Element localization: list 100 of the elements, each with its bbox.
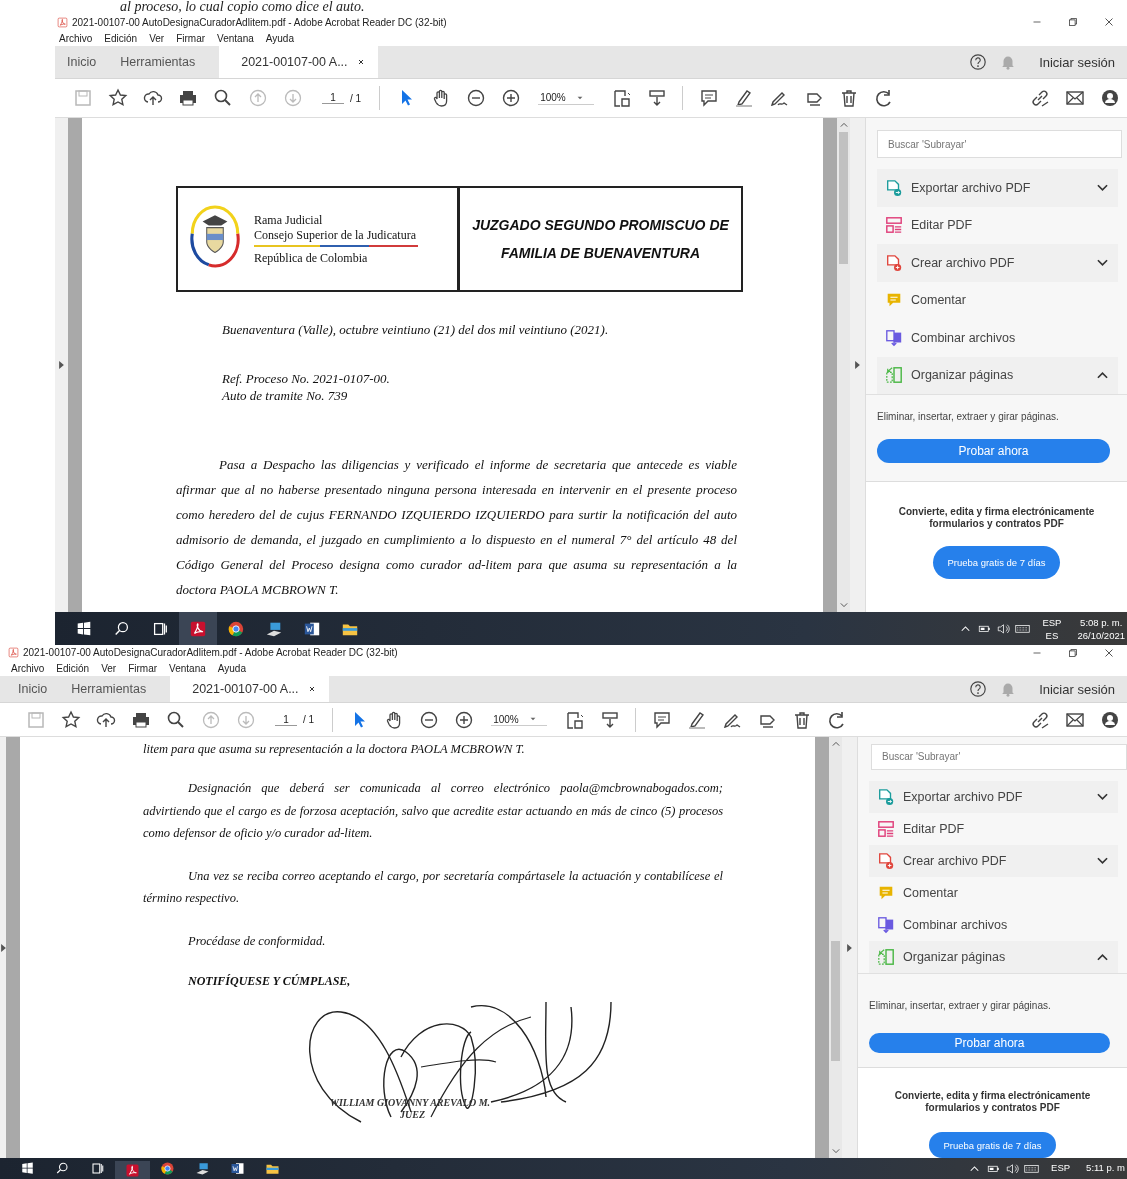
highlighter-icon[interactable] [733,88,754,108]
tool-item[interactable]: Exportar archivo PDF [877,169,1118,207]
search-icon[interactable] [55,1161,70,1176]
sign-in-link[interactable]: Iniciar sesión [1039,681,1115,697]
tool-item[interactable]: Comentar [877,281,1118,319]
keyboard-layout[interactable]: ES [1045,628,1059,642]
acrobat-app-icon[interactable] [125,1162,140,1178]
cloud-upload-icon[interactable] [142,88,163,108]
expand-arrow-icon[interactable] [0,943,6,952]
menu-item[interactable]: Edición [56,662,90,674]
highlighter-icon[interactable] [686,709,707,730]
zoom-search-icon[interactable] [165,709,186,730]
chevron-down-icon[interactable] [1097,183,1108,192]
fit-page-icon[interactable] [611,88,632,108]
zoom-out-icon[interactable] [418,709,439,730]
restore-icon[interactable] [1066,15,1080,29]
star-icon[interactable] [107,88,128,108]
scroll-mode-icon[interactable] [599,709,620,730]
tab[interactable]: Inicio [6,676,60,702]
mail-icon[interactable] [1064,88,1085,108]
acrobat-app-icon[interactable] [189,619,207,638]
menu-item[interactable]: Ver [101,662,117,674]
fit-page-icon[interactable] [564,709,585,730]
scroll-mode-icon[interactable] [646,88,667,108]
tab[interactable]: Herramientas [108,46,208,78]
expand-arrow-icon[interactable] [59,361,64,369]
zoom-out-icon[interactable] [465,88,486,108]
free-trial-button[interactable]: Prueba gratis de 7 días [929,1132,1056,1158]
search-field[interactable]: Buscar 'Subrayar' [871,744,1127,770]
menu-item[interactable]: Ver [149,32,165,44]
tool-item[interactable]: Editar PDF [877,206,1118,244]
user-icon[interactable] [1099,709,1120,730]
tool-item[interactable]: Crear archivo PDF [869,844,1118,877]
tool-item[interactable]: Organizar páginas [869,940,1118,973]
scroll-up-icon[interactable] [839,122,848,128]
tab[interactable]: Inicio [55,46,109,78]
chevron-up-icon[interactable] [1097,952,1108,961]
menu-item[interactable]: Ventana [169,662,206,674]
menu-item[interactable]: Archivo [11,662,45,674]
clock-time[interactable]: 5:08 p. m. [1080,615,1123,629]
tool-item[interactable]: Comentar [869,876,1118,909]
menu-item[interactable]: Ayuda [217,662,246,674]
menu-item[interactable]: Firmar [176,32,206,44]
scrollbar[interactable] [829,737,842,1158]
chevron-down-icon[interactable] [1097,792,1108,801]
tool-item[interactable]: Editar PDF [869,812,1118,845]
tab[interactable]: 2021-00107-00 A... [170,676,329,702]
clock-date[interactable]: 26/10/2021 [1077,628,1125,642]
tab[interactable]: Herramientas [59,676,159,702]
scroll-thumb[interactable] [831,941,840,1061]
zoom-dropdown[interactable]: 100% [538,91,595,105]
comment-icon[interactable] [698,88,719,108]
chevron-down-icon[interactable] [1097,258,1108,267]
star-icon[interactable] [60,709,81,730]
input-language[interactable]: ESP [1042,615,1062,629]
user-icon[interactable] [1099,88,1120,108]
search-icon[interactable] [113,619,131,638]
rotate-icon[interactable] [873,88,894,108]
tab[interactable]: 2021-00107-00 A... [219,46,378,78]
speaker-icon[interactable] [996,621,1012,636]
help-icon[interactable] [969,53,988,71]
chevron-up-icon[interactable] [1097,371,1108,380]
try-now-button[interactable]: Probar ahora [869,1032,1110,1053]
clock-time[interactable]: 5:11 p. m [1086,1161,1125,1174]
menu-item[interactable]: Archivo [59,32,93,44]
tool-item[interactable]: Combinar archivos [869,908,1118,941]
task-view-icon[interactable] [90,1161,105,1176]
tool-item[interactable]: Organizar páginas [877,356,1118,394]
link-icon[interactable] [1029,88,1050,108]
expand-arrow-icon[interactable] [847,943,852,952]
zoom-in-icon[interactable] [500,88,521,108]
scroll-thumb[interactable] [839,132,848,264]
windows-start-icon[interactable] [20,1161,35,1176]
scrollbar[interactable] [837,118,850,612]
menu-item[interactable]: Ayuda [265,32,294,44]
scroll-up-icon[interactable] [831,741,840,747]
menu-item[interactable]: Firmar [128,662,158,674]
free-trial-button[interactable]: Prueba gratis de 7 días [933,546,1060,579]
page-number-field[interactable]: 1 [275,713,297,726]
menu-item[interactable]: Edición [104,32,138,44]
tool-item[interactable]: Combinar archivos [877,319,1118,357]
tool-item[interactable]: Crear archivo PDF [877,244,1118,282]
input-language[interactable]: ESP [1051,1161,1071,1174]
help-icon[interactable] [969,680,988,698]
windows-start-icon[interactable] [75,619,93,638]
rotate-icon[interactable] [826,709,847,730]
comment-icon[interactable] [651,709,672,730]
try-now-button[interactable]: Probar ahora [877,439,1110,463]
zoom-dropdown[interactable]: 100% [491,713,548,726]
browser-app-icon[interactable] [227,619,245,638]
expand-arrow-icon[interactable] [855,361,860,369]
menu-item[interactable]: Ventana [217,32,254,44]
print-icon[interactable] [177,88,198,108]
sign-in-link[interactable]: Iniciar sesión [1039,54,1115,70]
search-field[interactable]: Buscar 'Subrayar' [877,130,1122,158]
computer-network-icon[interactable] [195,1161,210,1176]
chevron-down-icon[interactable] [1097,856,1108,865]
speaker-icon[interactable] [1005,1161,1021,1176]
zoom-in-icon[interactable] [453,709,474,730]
page-number-field[interactable]: 1 [322,92,344,104]
